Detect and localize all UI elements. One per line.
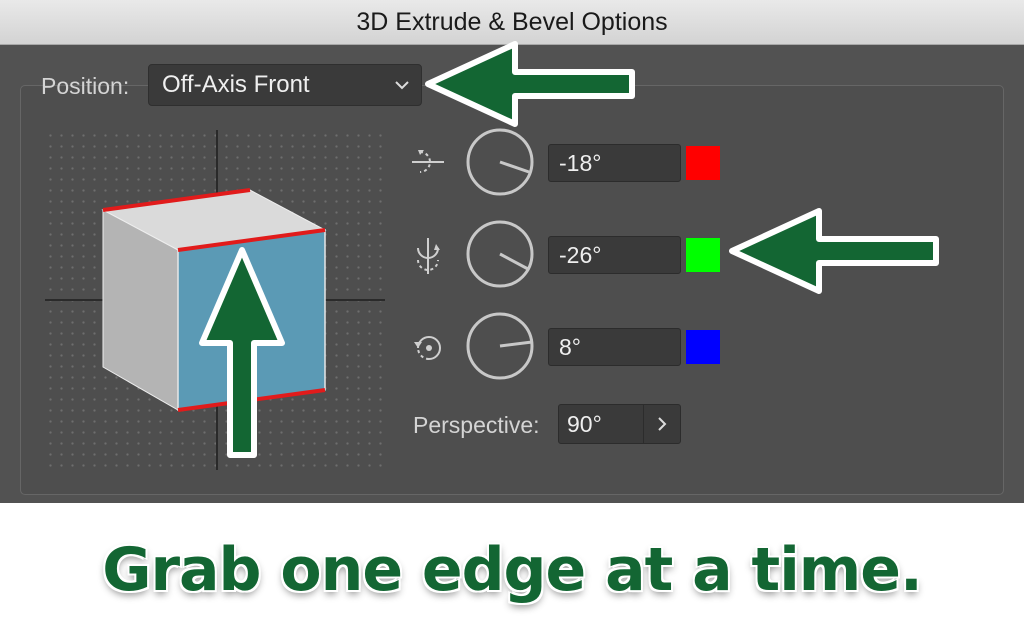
position-dropdown[interactable]: Off-Axis Front bbox=[148, 64, 422, 106]
x-axis-color-swatch bbox=[686, 146, 720, 180]
z-rotation-dial[interactable] bbox=[465, 311, 535, 381]
x-axis-rotate-icon bbox=[412, 150, 444, 173]
chevron-right-icon[interactable] bbox=[643, 405, 680, 443]
cube-graphic[interactable] bbox=[45, 130, 385, 470]
z-axis-rotate-icon bbox=[414, 336, 441, 360]
z-rotation-input[interactable]: 8° bbox=[548, 328, 681, 366]
y-axis-color-swatch bbox=[686, 238, 720, 272]
y-rotation-dial[interactable] bbox=[465, 219, 535, 289]
position-label: Position: bbox=[41, 73, 130, 99]
y-rotation-input[interactable]: -26° bbox=[548, 236, 681, 274]
perspective-input[interactable]: 90° bbox=[558, 404, 681, 444]
window-titlebar: 3D Extrude & Bevel Options bbox=[0, 0, 1024, 45]
window-title: 3D Extrude & Bevel Options bbox=[356, 8, 668, 36]
y-axis-rotate-icon bbox=[417, 238, 440, 274]
x-rotation-dial[interactable] bbox=[465, 127, 535, 197]
perspective-value: 90° bbox=[567, 411, 602, 437]
position-value: Off-Axis Front bbox=[162, 71, 310, 98]
perspective-label: Perspective: bbox=[413, 412, 540, 438]
cube-preview[interactable] bbox=[45, 130, 385, 470]
chevron-down-icon bbox=[395, 81, 409, 90]
x-rotation-input[interactable]: -18° bbox=[548, 144, 681, 182]
cube-front-face bbox=[177, 229, 326, 411]
caption-text: Grab one edge at a time. bbox=[102, 535, 923, 605]
z-axis-color-swatch bbox=[686, 330, 720, 364]
